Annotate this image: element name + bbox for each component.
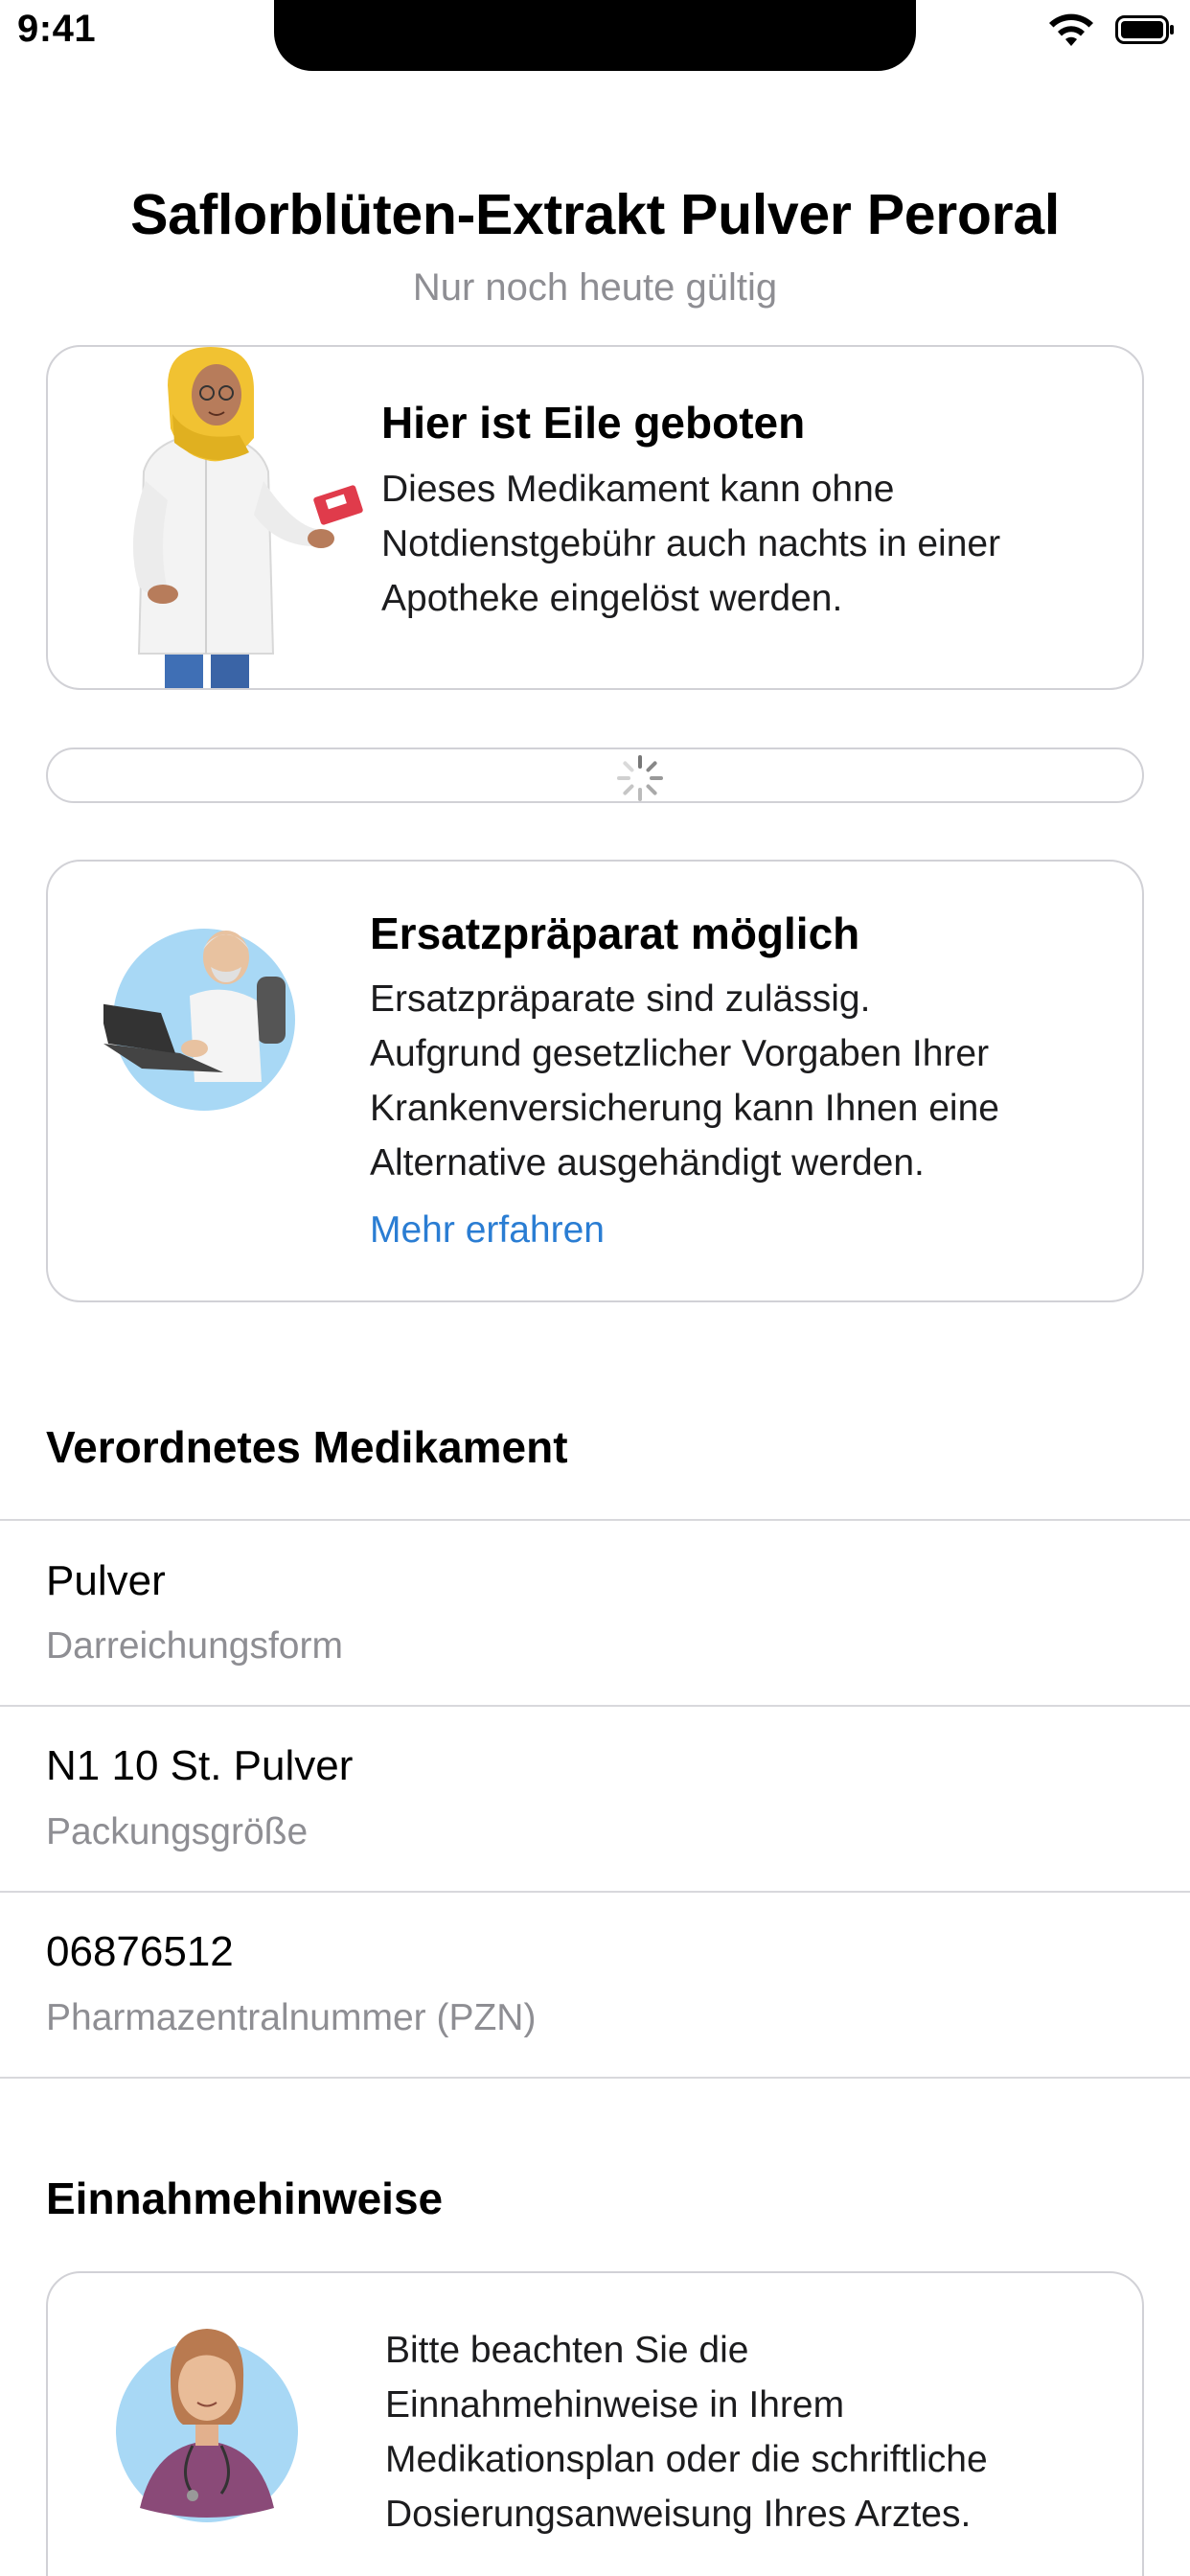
package-size-label: Packungsgröße: [46, 1811, 309, 1852]
doctor-laptop-illustration: [103, 929, 295, 1111]
divider: [0, 2077, 1190, 2079]
device-notch: [274, 0, 916, 71]
substitute-card-line: Ersatzpräparate sind zulässig.: [370, 978, 871, 1020]
battery-icon: [1115, 15, 1174, 44]
urgent-card-title: Hier ist Eile geboten: [381, 398, 806, 448]
spinner-icon: [617, 755, 663, 801]
pharmacist-illustration: [132, 347, 363, 688]
substitute-card-line: Alternative ausgehändigt werden.: [370, 1142, 925, 1184]
package-size-value: N1 10 St. Pulver: [46, 1742, 354, 1789]
learn-more-link[interactable]: Mehr erfahren: [370, 1209, 605, 1252]
status-time: 9:41: [17, 8, 97, 50]
substitute-card-title: Ersatzpräparat möglich: [370, 908, 860, 958]
wifi-icon: [1049, 13, 1093, 46]
validity-subtitle: Nur noch heute gültig: [412, 266, 778, 309]
hints-section-title: Einnahmehinweise: [46, 2174, 444, 2223]
hints-card-line: Dosierungsanweisung Ihres Arztes.: [385, 2494, 972, 2535]
intake-hints-card: Bitte beachten Sie die Einnahmehinweise …: [46, 2271, 1144, 2576]
pzn-label: Pharmazentralnummer (PZN): [46, 1997, 537, 2038]
substitute-card-line: Krankenversicherung kann Ihnen eine: [370, 1088, 999, 1129]
pzn-value: 06876512: [46, 1928, 234, 1975]
divider: [0, 1519, 1190, 1521]
loading-bar: [46, 748, 1144, 803]
hints-card-line: Medikationsplan oder die schriftliche: [385, 2439, 988, 2480]
medication-section-title: Verordnetes Medikament: [46, 1422, 568, 1472]
urgent-card-line: Dieses Medikament kann ohne: [381, 469, 895, 510]
substitute-info-card: Ersatzpräparat möglich Ersatzpräparate s…: [46, 860, 1144, 1302]
hints-card-line: Einnahmehinweise in Ihrem: [385, 2384, 845, 2426]
dosage-form-label: Darreichungsform: [46, 1625, 343, 1667]
divider: [0, 1705, 1190, 1707]
status-bar: 9:41: [0, 0, 1190, 77]
urgent-card-line: Notdienstgebühr auch nachts in einer: [381, 523, 1001, 564]
dosage-form-value: Pulver: [46, 1557, 166, 1604]
urgent-card-line: Apotheke eingelöst werden.: [381, 578, 843, 619]
hints-card-line: Bitte beachten Sie die: [385, 2330, 749, 2371]
urgent-info-card: Hier ist Eile geboten Dieses Medikament …: [46, 345, 1144, 690]
substitute-card-line: Aufgrund gesetzlicher Vorgaben Ihrer: [370, 1033, 990, 1074]
page-title: Saflorblüten-Extrakt Pulver Peroral: [130, 183, 1060, 246]
doctor-stethoscope-illustration: [116, 2329, 298, 2522]
divider: [0, 1891, 1190, 1893]
